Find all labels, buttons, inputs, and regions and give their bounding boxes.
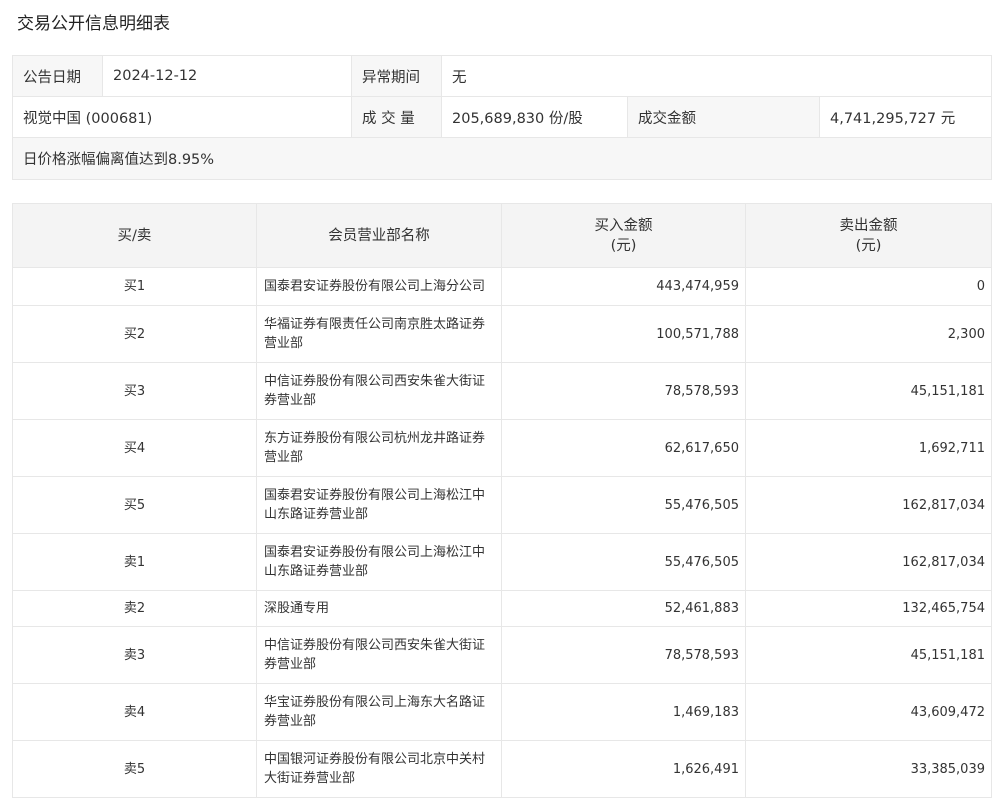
row-side: 卖5 — [12, 740, 257, 798]
row-sell-amount: 1,692,711 — [745, 419, 992, 477]
row-branch-name: 中国银河证券股份有限公司北京中关村大街证券营业部 — [256, 740, 502, 798]
period-label: 异常期间 — [351, 55, 442, 97]
row-side: 买4 — [12, 419, 257, 477]
table-row: 卖2 深股通专用 52,461,883 132,465,754 — [12, 590, 992, 627]
row-branch-name: 深股通专用 — [256, 590, 502, 627]
amount-value: 4,741,295,727 元 — [819, 96, 992, 138]
row-buy-amount: 100,571,788 — [501, 305, 746, 363]
row-branch-name: 中信证券股份有限公司西安朱雀大街证券营业部 — [256, 626, 502, 684]
row-side: 买3 — [12, 362, 257, 420]
page-title: 交易公开信息明细表 — [17, 14, 170, 34]
row-sell-amount: 33,385,039 — [745, 740, 992, 798]
row-sell-amount: 0 — [745, 267, 992, 306]
table-header-row: 买/卖 会员营业部名称 买入金额 (元) 卖出金额 (元) — [12, 203, 992, 268]
row-branch-name: 东方证券股份有限公司杭州龙井路证券营业部 — [256, 419, 502, 477]
row-sell-amount: 2,300 — [745, 305, 992, 363]
period-value: 无 — [441, 55, 992, 97]
row-branch-name: 中信证券股份有限公司西安朱雀大街证券营业部 — [256, 362, 502, 420]
table-row: 买2 华福证券有限责任公司南京胜太路证券营业部 100,571,788 2,30… — [12, 305, 992, 363]
table-row: 卖4 华宝证券股份有限公司上海东大名路证券营业部 1,469,183 43,60… — [12, 683, 992, 741]
row-buy-amount: 443,474,959 — [501, 267, 746, 306]
table-row: 买3 中信证券股份有限公司西安朱雀大街证券营业部 78,578,593 45,1… — [12, 362, 992, 420]
announcement-info-table: 公告日期 2024-12-12 异常期间 无 视觉中国 (000681) 成 交… — [12, 55, 992, 180]
row-side: 买5 — [12, 476, 257, 534]
date-value: 2024-12-12 — [102, 55, 352, 97]
row-side: 卖3 — [12, 626, 257, 684]
table-row: 卖1 国泰君安证券股份有限公司上海松江中山东路证券营业部 55,476,505 … — [12, 533, 992, 591]
row-side: 卖2 — [12, 590, 257, 627]
row-buy-amount: 1,626,491 — [501, 740, 746, 798]
row-buy-amount: 1,469,183 — [501, 683, 746, 741]
row-sell-amount: 132,465,754 — [745, 590, 992, 627]
table-row: 买1 国泰君安证券股份有限公司上海分公司 443,474,959 0 — [12, 267, 992, 306]
row-side: 卖4 — [12, 683, 257, 741]
table-row: 卖5 中国银河证券股份有限公司北京中关村大街证券营业部 1,626,491 33… — [12, 740, 992, 798]
row-buy-amount: 78,578,593 — [501, 626, 746, 684]
row-sell-amount: 43,609,472 — [745, 683, 992, 741]
row-branch-name: 国泰君安证券股份有限公司上海松江中山东路证券营业部 — [256, 533, 502, 591]
row-buy-amount: 55,476,505 — [501, 533, 746, 591]
amount-label: 成交金额 — [627, 96, 820, 138]
volume-label: 成 交 量 — [351, 96, 442, 138]
table-row: 卖3 中信证券股份有限公司西安朱雀大街证券营业部 78,578,593 45,1… — [12, 626, 992, 684]
header-name: 会员营业部名称 — [256, 203, 502, 268]
row-side: 卖1 — [12, 533, 257, 591]
row-branch-name: 国泰君安证券股份有限公司上海分公司 — [256, 267, 502, 306]
row-side: 买1 — [12, 267, 257, 306]
row-side: 买2 — [12, 305, 257, 363]
volume-value: 205,689,830 份/股 — [441, 96, 628, 138]
row-branch-name: 华宝证券股份有限公司上海东大名路证券营业部 — [256, 683, 502, 741]
row-sell-amount: 45,151,181 — [745, 362, 992, 420]
date-label: 公告日期 — [12, 55, 103, 97]
row-buy-amount: 55,476,505 — [501, 476, 746, 534]
reason-text: 日价格涨幅偏离值达到8.95% — [12, 137, 992, 180]
row-branch-name: 国泰君安证券股份有限公司上海松江中山东路证券营业部 — [256, 476, 502, 534]
row-buy-amount: 78,578,593 — [501, 362, 746, 420]
stock-name: 视觉中国 (000681) — [12, 96, 352, 138]
row-buy-amount: 52,461,883 — [501, 590, 746, 627]
row-sell-amount: 162,817,034 — [745, 533, 992, 591]
row-sell-amount: 45,151,181 — [745, 626, 992, 684]
row-sell-amount: 162,817,034 — [745, 476, 992, 534]
table-row: 买4 东方证券股份有限公司杭州龙井路证券营业部 62,617,650 1,692… — [12, 419, 992, 477]
row-buy-amount: 62,617,650 — [501, 419, 746, 477]
table-row: 买5 国泰君安证券股份有限公司上海松江中山东路证券营业部 55,476,505 … — [12, 476, 992, 534]
row-branch-name: 华福证券有限责任公司南京胜太路证券营业部 — [256, 305, 502, 363]
header-sell-amount: 卖出金额 (元) — [745, 203, 992, 268]
header-side: 买/卖 — [12, 203, 257, 268]
trading-details-table: 买/卖 会员营业部名称 买入金额 (元) 卖出金额 (元) 买1 国泰君安证券股份有… — [12, 203, 992, 798]
header-buy-amount: 买入金额 (元) — [501, 203, 746, 268]
